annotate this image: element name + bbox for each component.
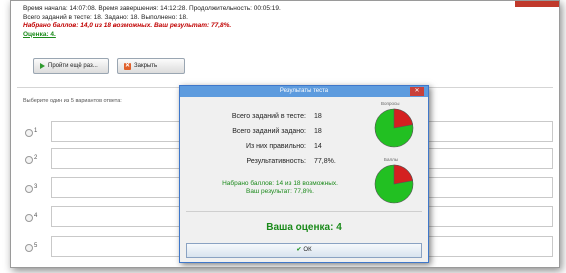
test-window: Время начала: 14:07:08. Время завершения… — [10, 0, 560, 268]
close-button[interactable]: ✕ Закрыть — [117, 58, 185, 74]
dialog-title: Результаты теста — [180, 86, 428, 97]
dialog-divider — [186, 211, 422, 212]
option-5-number: 5 — [34, 243, 38, 249]
window-close-corner[interactable] — [515, 1, 559, 7]
retry-button[interactable]: Пройти ещё раз... — [33, 58, 109, 74]
option-3-radio[interactable] — [25, 185, 33, 193]
pie-questions-wrong — [393, 108, 414, 129]
stat-label: Результативность: — [246, 158, 306, 165]
checkmark-icon: ✔ — [296, 247, 302, 253]
grade-info: Оценка: 4. — [23, 30, 56, 38]
question-prompt: Выберите один из 5 вариантов ответа: — [23, 98, 122, 104]
stat-row: Результативность: 77,8%. — [180, 154, 370, 169]
stat-label: Всего заданий задано: — [232, 128, 306, 135]
tasks-info: Всего заданий в тесте: 18. Задано: 18. В… — [23, 13, 188, 21]
close-icon: ✕ — [124, 62, 131, 70]
results-dialog: Результаты теста ✕ Всего заданий в тесте… — [179, 85, 429, 263]
option-1-number: 1 — [34, 128, 38, 134]
pie-points-chart — [374, 164, 414, 204]
stat-row: Из них правильно: 14 — [180, 139, 370, 154]
pie-points-wrong — [393, 164, 414, 185]
result-text: Набрано баллов: 14 из 18 возможных. Ваш … — [180, 180, 380, 196]
test-summary: Время начала: 14:07:08. Время завершения… — [23, 5, 281, 39]
option-4-radio[interactable] — [25, 214, 33, 222]
option-4-number: 4 — [34, 213, 38, 219]
pie-questions-caption: Вопросы — [381, 101, 400, 106]
time-info: Время начала: 14:07:08. Время завершения… — [23, 5, 281, 12]
play-icon — [40, 63, 45, 69]
option-1-radio[interactable] — [25, 129, 33, 137]
stats-list: Всего заданий в тесте: 18 Всего заданий … — [180, 109, 370, 169]
stat-value: 14 — [314, 143, 322, 150]
option-3-number: 3 — [34, 184, 38, 190]
stat-value: 18 — [314, 113, 322, 120]
final-grade: Ваша оценка: 4 — [266, 222, 342, 233]
close-label: Закрыть — [134, 63, 158, 69]
option-2-number: 2 — [34, 155, 38, 161]
stat-value: 18 — [314, 128, 322, 135]
dialog-close-button[interactable]: ✕ — [410, 87, 424, 96]
retry-label: Пройти ещё раз... — [48, 63, 98, 69]
result-percent: Ваш результат: 77,8%. — [246, 188, 314, 195]
ok-button[interactable]: ✔ ОК — [186, 243, 422, 258]
pie-points-caption: Баллы — [384, 157, 398, 162]
stat-row: Всего заданий в тесте: 18 — [180, 109, 370, 124]
result-points: Набрано баллов: 14 из 18 возможных. — [222, 180, 338, 187]
option-2-radio[interactable] — [25, 156, 33, 164]
score-info: Набрано баллов: 14,0 из 18 возможных. Ва… — [23, 22, 232, 29]
stat-label: Всего заданий в тесте: — [231, 113, 306, 120]
option-5-radio[interactable] — [25, 244, 33, 252]
stat-label: Из них правильно: — [245, 143, 306, 150]
pie-questions-chart — [374, 108, 414, 148]
stat-value: 77,8%. — [314, 158, 336, 165]
ok-label: ОК — [303, 247, 312, 253]
stat-row: Всего заданий задано: 18 — [180, 124, 370, 139]
